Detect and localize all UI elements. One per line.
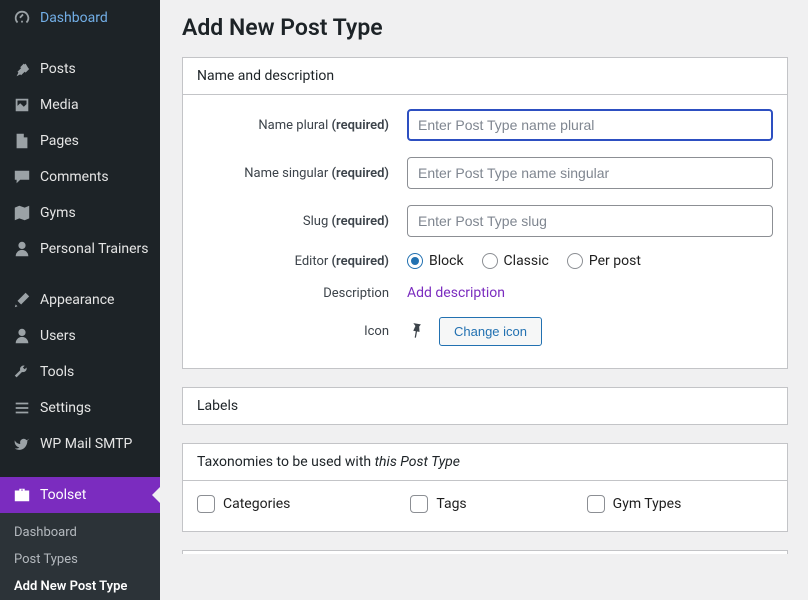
sidebar-item-pages[interactable]: Pages <box>0 123 160 159</box>
editor-radio[interactable] <box>407 253 423 269</box>
user-icon <box>12 326 32 346</box>
panel-body: Name plural (required) Name singular (re… <box>183 94 787 368</box>
label-name-singular: Name singular (required) <box>197 166 407 181</box>
label-editor: Editor (required) <box>197 254 407 269</box>
sidebar-item-label: Dashboard <box>40 9 108 27</box>
sidebar-item-dashboard[interactable]: Dashboard <box>0 0 160 36</box>
panel-name-description: Name and description Name plural (requir… <box>182 57 788 369</box>
map-icon <box>12 203 32 223</box>
sidebar-item-label: Comments <box>40 168 109 186</box>
row-slug: Slug (required) <box>197 205 773 237</box>
panel-header-taxonomies: Taxonomies to be used with this Post Typ… <box>183 444 787 480</box>
label-name-plural: Name plural (required) <box>197 118 407 133</box>
row-editor: Editor (required) Block Classic Per post <box>197 253 773 269</box>
sliders-icon <box>12 398 32 418</box>
taxonomy-option-label: Gym Types <box>613 496 682 512</box>
row-name-singular: Name singular (required) <box>197 157 773 189</box>
sidebar-item-label: Users <box>40 327 76 345</box>
sidebar-item-label: Settings <box>40 399 91 417</box>
gauge-icon <box>12 8 32 28</box>
comment-icon <box>12 167 32 187</box>
sidebar-item-media[interactable]: Media <box>0 87 160 123</box>
taxonomy-option-label: Tags <box>436 496 466 512</box>
sidebar-item-label: Tools <box>40 363 74 381</box>
taxonomy-option-tags[interactable]: Tags <box>410 495 466 513</box>
row-description: Description Add description <box>197 285 773 301</box>
editor-radio[interactable] <box>567 253 583 269</box>
sidebar-item-label: Posts <box>40 60 76 78</box>
editor-option-label: Per post <box>589 253 641 269</box>
editor-option-per-post[interactable]: Per post <box>567 253 641 269</box>
input-slug[interactable] <box>407 205 773 237</box>
label-slug: Slug (required) <box>197 214 407 229</box>
sidebar-submenu: DashboardPost TypesAdd New Post TypeTaxo… <box>0 513 160 600</box>
change-icon-button[interactable]: Change icon <box>439 317 542 346</box>
submenu-item[interactable]: Post Types <box>0 546 160 573</box>
menu-separator <box>0 272 160 277</box>
sidebar-item-gyms[interactable]: Gyms <box>0 195 160 231</box>
sidebar-item-comments[interactable]: Comments <box>0 159 160 195</box>
user-icon <box>12 239 32 259</box>
submenu-item[interactable]: Dashboard <box>0 519 160 546</box>
taxonomy-checkbox[interactable] <box>410 495 428 513</box>
page-icon <box>12 131 32 151</box>
taxonomy-options: Categories Tags Gym Types <box>183 480 787 531</box>
editor-option-block[interactable]: Block <box>407 253 464 269</box>
taxonomy-option-gym-types[interactable]: Gym Types <box>587 495 682 513</box>
sidebar-item-toolset[interactable]: Toolset <box>0 477 160 513</box>
taxonomy-option-label: Categories <box>223 496 290 512</box>
thumbtack-icon <box>407 321 425 343</box>
sidebar-item-tools[interactable]: Tools <box>0 354 160 390</box>
editor-radio[interactable] <box>482 253 498 269</box>
menu-separator <box>0 41 160 46</box>
wrench-icon <box>12 362 32 382</box>
panel-taxonomies: Taxonomies to be used with this Post Typ… <box>182 443 788 532</box>
input-name-plural[interactable] <box>407 109 773 141</box>
sidebar-item-settings[interactable]: Settings <box>0 390 160 426</box>
panel-header: Name and description <box>183 58 787 94</box>
taxonomy-checkbox[interactable] <box>587 495 605 513</box>
label-icon: Icon <box>197 324 407 339</box>
sidebar-item-label: WP Mail SMTP <box>40 435 132 453</box>
sidebar-item-label: Toolset <box>40 486 86 504</box>
brush-icon <box>12 290 32 310</box>
media-icon <box>12 95 32 115</box>
sidebar-item-wpsmtp[interactable]: WP Mail SMTP <box>0 426 160 462</box>
sidebar-item-label: Media <box>40 96 79 114</box>
submenu-item[interactable]: Add New Post Type <box>0 573 160 600</box>
taxonomy-checkbox[interactable] <box>197 495 215 513</box>
sidebar-item-users[interactable]: Users <box>0 318 160 354</box>
row-icon: Icon Change icon <box>197 317 773 346</box>
sidebar-item-label: Appearance <box>40 291 114 309</box>
admin-sidebar: Dashboard Posts Media Pages Comments Gyms Pers… <box>0 0 160 600</box>
panel-next <box>182 550 788 554</box>
label-description: Description <box>197 286 407 301</box>
sidebar-item-trainers[interactable]: Personal Trainers <box>0 231 160 267</box>
editor-option-label: Classic <box>504 253 549 269</box>
row-name-plural: Name plural (required) <box>197 109 773 141</box>
editor-option-classic[interactable]: Classic <box>482 253 549 269</box>
pin-icon <box>12 59 32 79</box>
page-title: Add New Post Type <box>182 0 788 57</box>
menu-separator <box>0 467 160 472</box>
sidebar-item-label: Gyms <box>40 204 76 222</box>
sidebar-item-label: Pages <box>40 132 79 150</box>
panel-labels: Labels <box>182 387 788 425</box>
panel-header-labels[interactable]: Labels <box>183 388 787 424</box>
bird-icon <box>12 434 32 454</box>
input-name-singular[interactable] <box>407 157 773 189</box>
sidebar-item-appearance[interactable]: Appearance <box>0 282 160 318</box>
sidebar-item-posts[interactable]: Posts <box>0 51 160 87</box>
taxonomy-option-categories[interactable]: Categories <box>197 495 290 513</box>
sidebar-item-label: Personal Trainers <box>40 240 149 258</box>
editor-options: Block Classic Per post <box>407 253 773 269</box>
main-content: Add New Post Type Name and description N… <box>160 0 808 600</box>
briefcase-icon <box>12 485 32 505</box>
add-description-link[interactable]: Add description <box>407 285 505 301</box>
editor-option-label: Block <box>429 253 464 269</box>
